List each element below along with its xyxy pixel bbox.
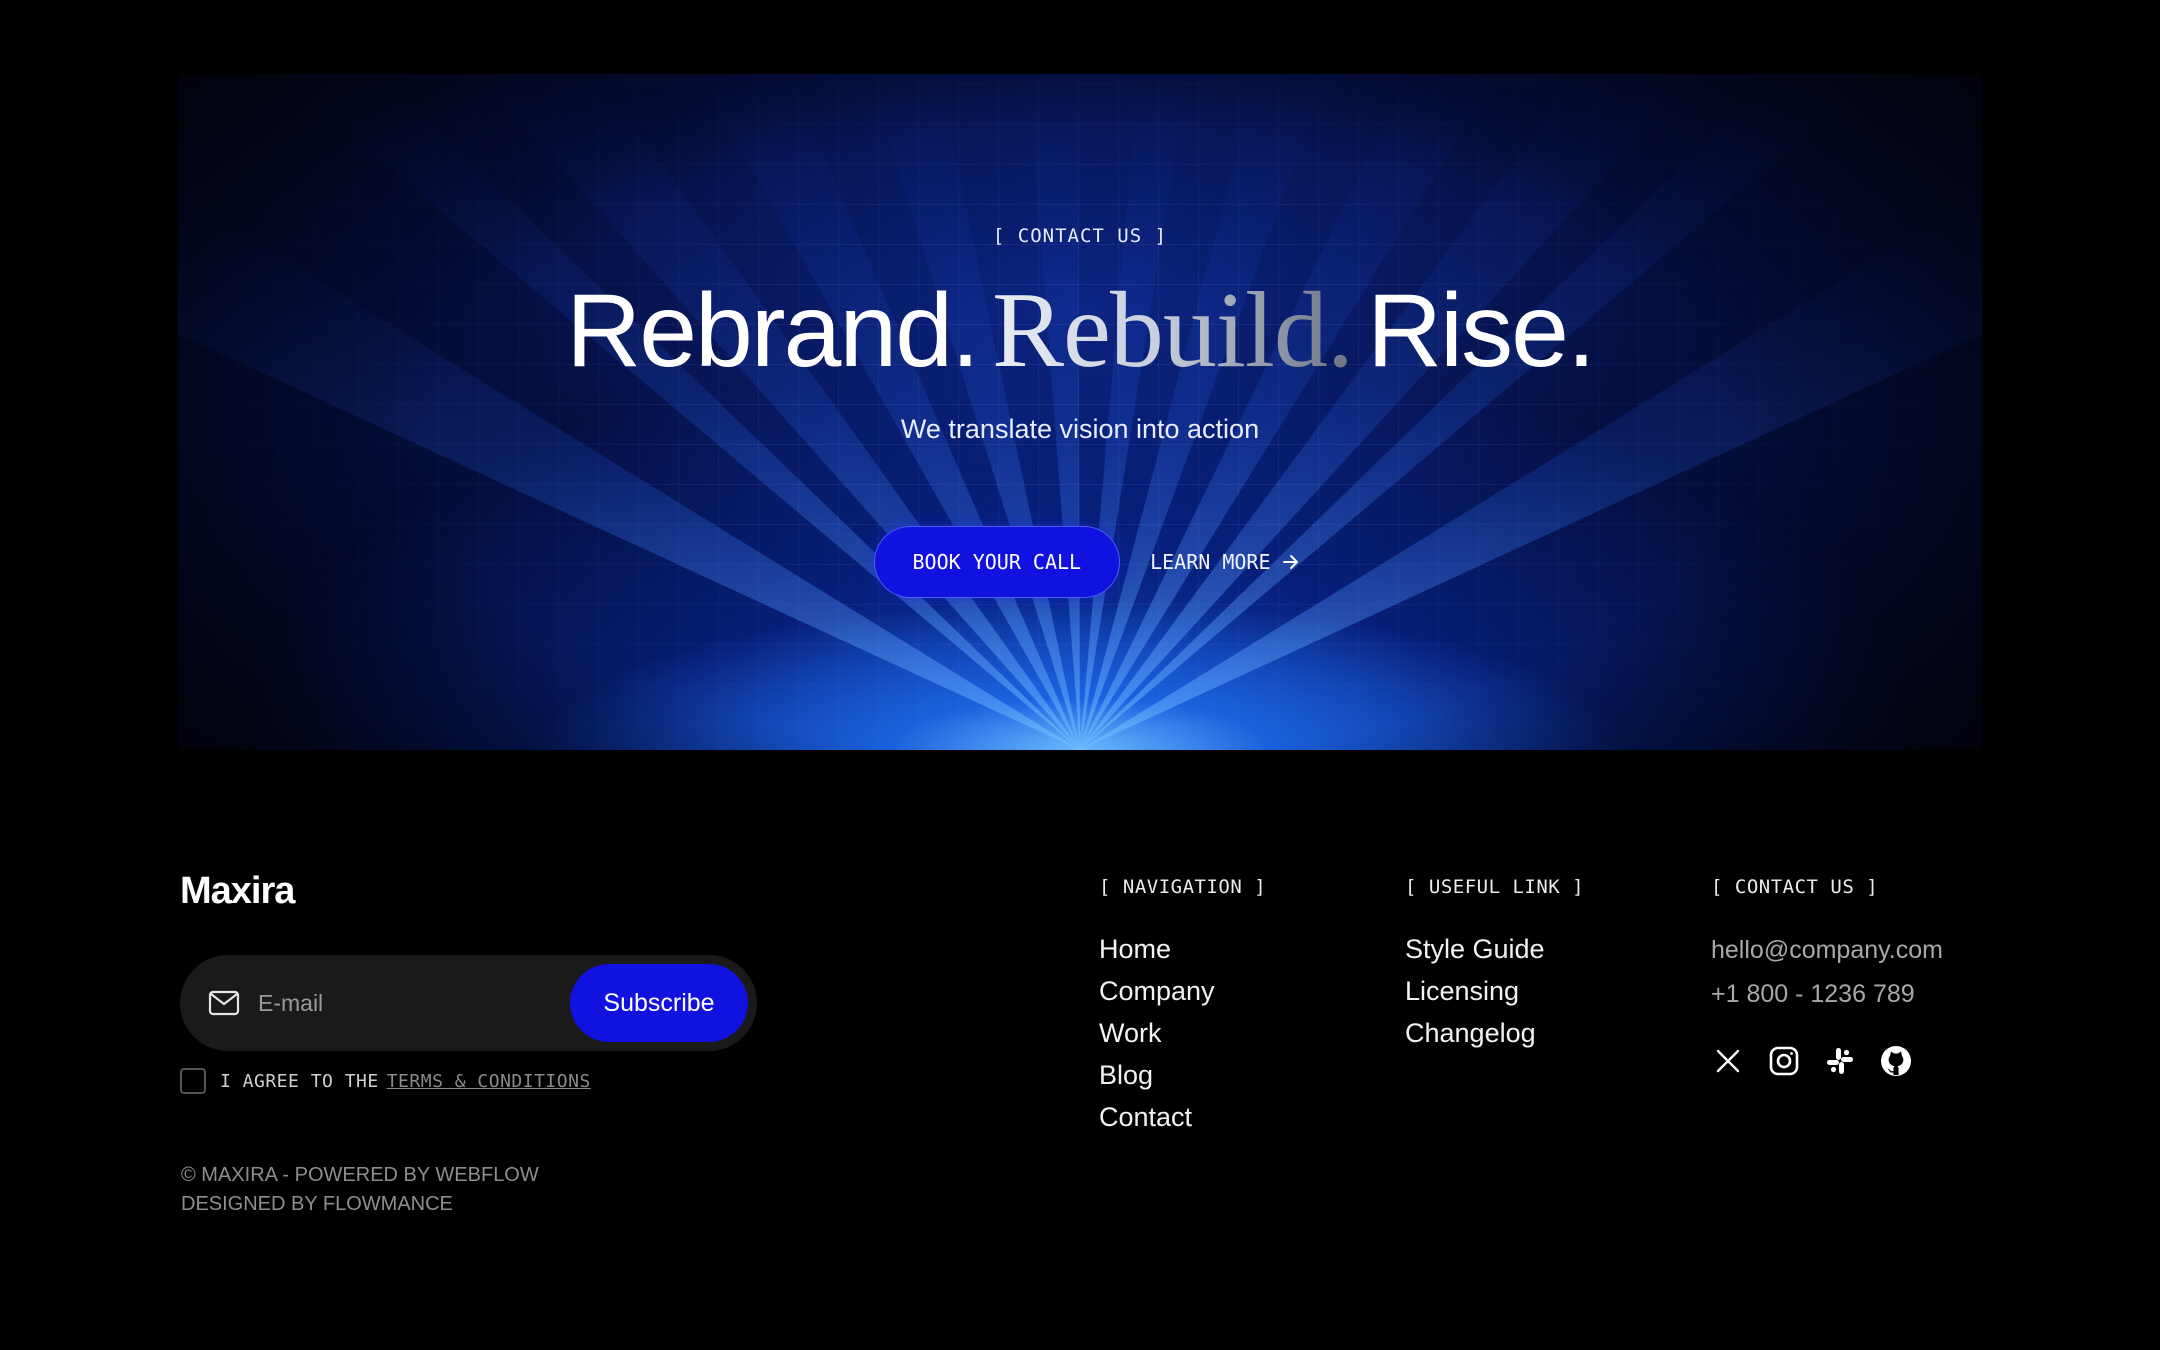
nav-link-contact[interactable]: Contact [1099, 1096, 1266, 1138]
github-icon[interactable] [1879, 1044, 1913, 1078]
hero-headline: Rebrand. Rebuild. Rise. [178, 271, 1982, 391]
contact-phone-link[interactable]: +1 800 - 1236 789 [1711, 972, 1943, 1016]
hero-subtitle: We translate vision into action [900, 414, 1260, 444]
contact-column: [ CONTACT US ] hello@company.com +1 800 … [1711, 876, 1943, 1078]
terms-agree-row: I AGREE TO THE TERMS & CONDITIONS [180, 1068, 591, 1094]
credits-line: DESIGNED BY FLOWMANCE [181, 1193, 453, 1215]
useful-links-title: [ USEFUL LINK ] [1405, 876, 1585, 898]
book-call-button[interactable]: BOOK YOUR CALL [873, 526, 1121, 598]
navigation-column: [ NAVIGATION ] Home Company Work Blog Co… [1099, 876, 1266, 1138]
nav-link-work[interactable]: Work [1099, 1012, 1266, 1054]
nav-link-company[interactable]: Company [1099, 970, 1266, 1012]
hero-eyebrow: [ CONTACT US ] [992, 225, 1168, 247]
useful-link-style-guide[interactable]: Style Guide [1405, 928, 1584, 970]
useful-links-column: [ USEFUL LINK ] Style Guide Licensing Ch… [1405, 876, 1584, 1054]
arrow-right-icon [1281, 552, 1301, 572]
headline-word-rebuild: Rebuild. [991, 271, 1354, 390]
x-icon[interactable] [1711, 1044, 1745, 1078]
nav-link-home[interactable]: Home [1099, 928, 1266, 970]
useful-link-changelog[interactable]: Changelog [1405, 1012, 1584, 1054]
copyright-line: © MAXIRA - POWERED BY WEBFLOW [181, 1164, 539, 1186]
newsletter-form: Subscribe [180, 955, 757, 1051]
contact-title: [ CONTACT US ] [1711, 876, 1879, 898]
social-links [1711, 1044, 1943, 1078]
learn-more-label: LEARN MORE [1150, 550, 1271, 574]
mail-icon [208, 990, 240, 1016]
terms-checkbox[interactable] [180, 1068, 206, 1094]
useful-link-licensing[interactable]: Licensing [1405, 970, 1584, 1012]
contact-hero: [ CONTACT US ] Rebrand. Rebuild. Rise. We … [178, 74, 1982, 750]
copyright: © MAXIRA - POWERED BY WEBFLOW DESIGNED B… [181, 1161, 539, 1219]
subscribe-button[interactable]: Subscribe [570, 964, 748, 1042]
navigation-title: [ NAVIGATION ] [1099, 876, 1267, 898]
headline-word-rebrand: Rebrand. [566, 273, 980, 389]
instagram-icon[interactable] [1767, 1044, 1801, 1078]
slack-icon[interactable] [1823, 1044, 1857, 1078]
brand-logo[interactable]: Maxira [180, 870, 295, 913]
headline-word-rise: Rise. [1366, 273, 1596, 389]
nav-link-blog[interactable]: Blog [1099, 1054, 1266, 1096]
learn-more-link[interactable]: LEARN MORE [1150, 550, 1300, 574]
hero-cta-row: BOOK YOUR CALL LEARN MORE [178, 526, 1982, 598]
terms-conditions-link[interactable]: TERMS & CONDITIONS [387, 1071, 591, 1092]
terms-agree-text: I AGREE TO THE [220, 1070, 379, 1092]
email-input[interactable] [256, 988, 570, 1018]
contact-email-link[interactable]: hello@company.com [1711, 928, 1943, 972]
